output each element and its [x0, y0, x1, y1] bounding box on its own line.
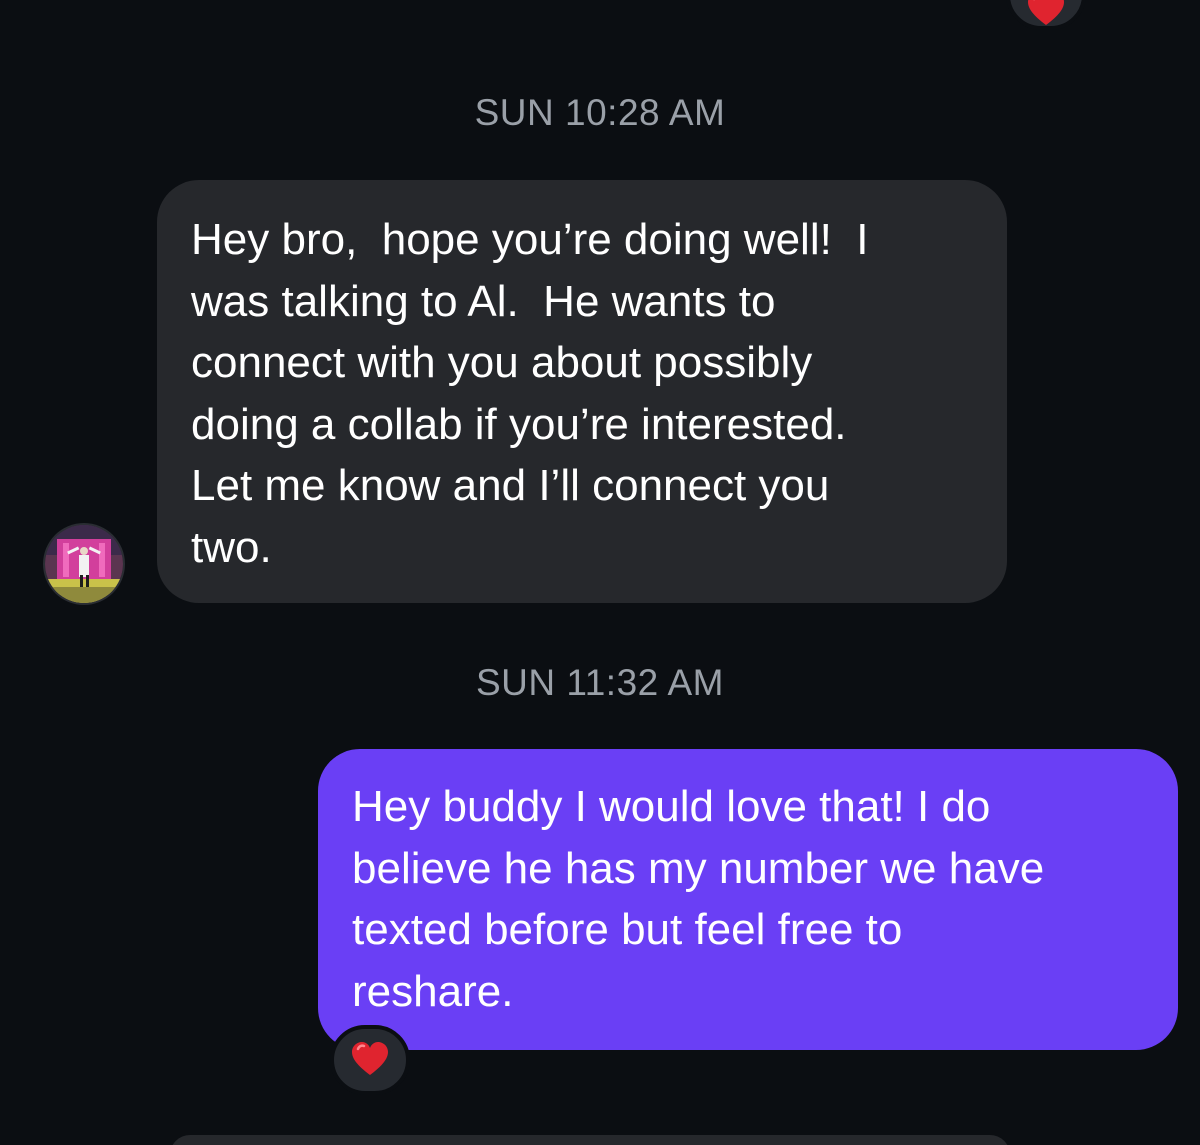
avatar[interactable]: [45, 525, 123, 603]
next-message-bubble-edge: [170, 1135, 1010, 1145]
contact-photo: [45, 525, 123, 603]
heart-icon: [352, 1042, 388, 1075]
outgoing-message-bubble[interactable]: Hey buddy I would love that! I do believ…: [318, 749, 1178, 1050]
message-text-line: Let me know and I’ll connect you: [191, 461, 830, 510]
message-timestamp: SUN 11:32 AM: [476, 662, 724, 703]
message-text-line: two.: [191, 522, 272, 572]
message-timestamp: SUN 10:28 AM: [474, 92, 726, 133]
message-text-line: connect with you about possibly: [191, 338, 813, 387]
message-text-line: reshare.: [352, 966, 514, 1016]
previous-message-reaction[interactable]: [1006, 0, 1086, 30]
message-text-line: Hey bro, hope you’re doing well! I: [191, 215, 869, 264]
message-text-line: doing a collab if you’re interested.: [191, 399, 847, 449]
heart-icon: [1028, 0, 1064, 25]
incoming-message-bubble[interactable]: Hey bro, hope you’re doing well! I was t…: [157, 180, 1007, 603]
message-text-line: believe he has my number we have: [352, 843, 1045, 893]
message-text-line: Hey buddy I would love that! I do: [352, 782, 991, 831]
message-thread[interactable]: SUN 10:28 AM Hey bro, hope you’re doing …: [0, 0, 1200, 1145]
message-text-line: was talking to Al. He wants to: [191, 276, 776, 326]
message-text-line: texted before but feel free to: [352, 905, 903, 954]
message-reaction[interactable]: [330, 1025, 410, 1095]
